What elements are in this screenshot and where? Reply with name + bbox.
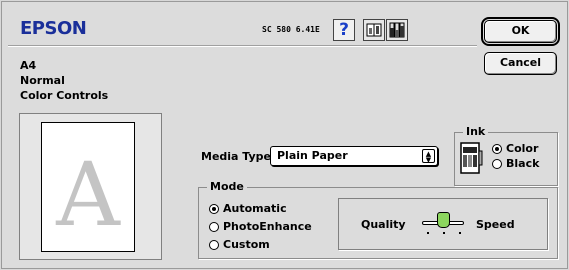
mode-group-title: Mode xyxy=(207,180,247,193)
ink-color-radio[interactable]: Color xyxy=(492,142,538,155)
mode-option-label: PhotoEnhance xyxy=(223,220,312,233)
mode-photoenhance-radio[interactable]: PhotoEnhance xyxy=(209,220,312,233)
summary-quality: Normal xyxy=(20,74,65,87)
ink-black-radio[interactable]: Black xyxy=(492,157,539,170)
page-preview: A xyxy=(41,122,135,252)
radio-selected-icon xyxy=(209,203,219,214)
media-type-select[interactable]: Plain Paper ▲ ▼ xyxy=(270,146,438,166)
mode-custom-radio[interactable]: Custom xyxy=(209,238,270,251)
ok-button[interactable]: OK xyxy=(481,17,560,46)
ink-option-label: Color xyxy=(506,142,539,155)
help-glyph: ? xyxy=(339,20,349,40)
chevron-updown-icon: ▲ ▼ xyxy=(422,149,435,164)
quality-speed-slider-thumb[interactable] xyxy=(437,212,450,228)
summary-paper-size: A4 xyxy=(20,59,37,72)
driver-version: SC 580 6.41E xyxy=(262,25,320,34)
preview-letter: A xyxy=(56,143,120,246)
ink-group-title: Ink xyxy=(463,125,489,138)
header-divider-highlight xyxy=(8,46,477,47)
brand-logo: EPSON xyxy=(20,18,87,39)
ink-option-label: Black xyxy=(506,157,540,170)
ink-cartridge-icon xyxy=(460,142,483,174)
media-type-value: Plain Paper xyxy=(277,149,348,162)
cancel-button[interactable]: Cancel xyxy=(484,52,557,75)
settings-summary: A4 Normal Color Controls xyxy=(20,58,108,103)
radio-unselected-icon xyxy=(209,239,219,250)
help-icon[interactable]: ? xyxy=(333,19,355,41)
mode-option-label: Automatic xyxy=(223,202,287,215)
radio-unselected-icon xyxy=(209,221,219,232)
utility-icon[interactable] xyxy=(363,19,385,41)
speed-label: Speed xyxy=(476,218,515,231)
mode-option-label: Custom xyxy=(223,238,270,251)
radio-selected-icon xyxy=(492,143,502,154)
media-type-label: Media Type: xyxy=(201,150,276,163)
mode-automatic-radio[interactable]: Automatic xyxy=(209,202,287,215)
radio-unselected-icon xyxy=(492,158,502,169)
summary-color-mode: Color Controls xyxy=(20,89,109,102)
slider-ticks xyxy=(427,232,461,235)
quality-label: Quality xyxy=(361,218,406,231)
ink-levels-icon[interactable] xyxy=(386,19,408,41)
